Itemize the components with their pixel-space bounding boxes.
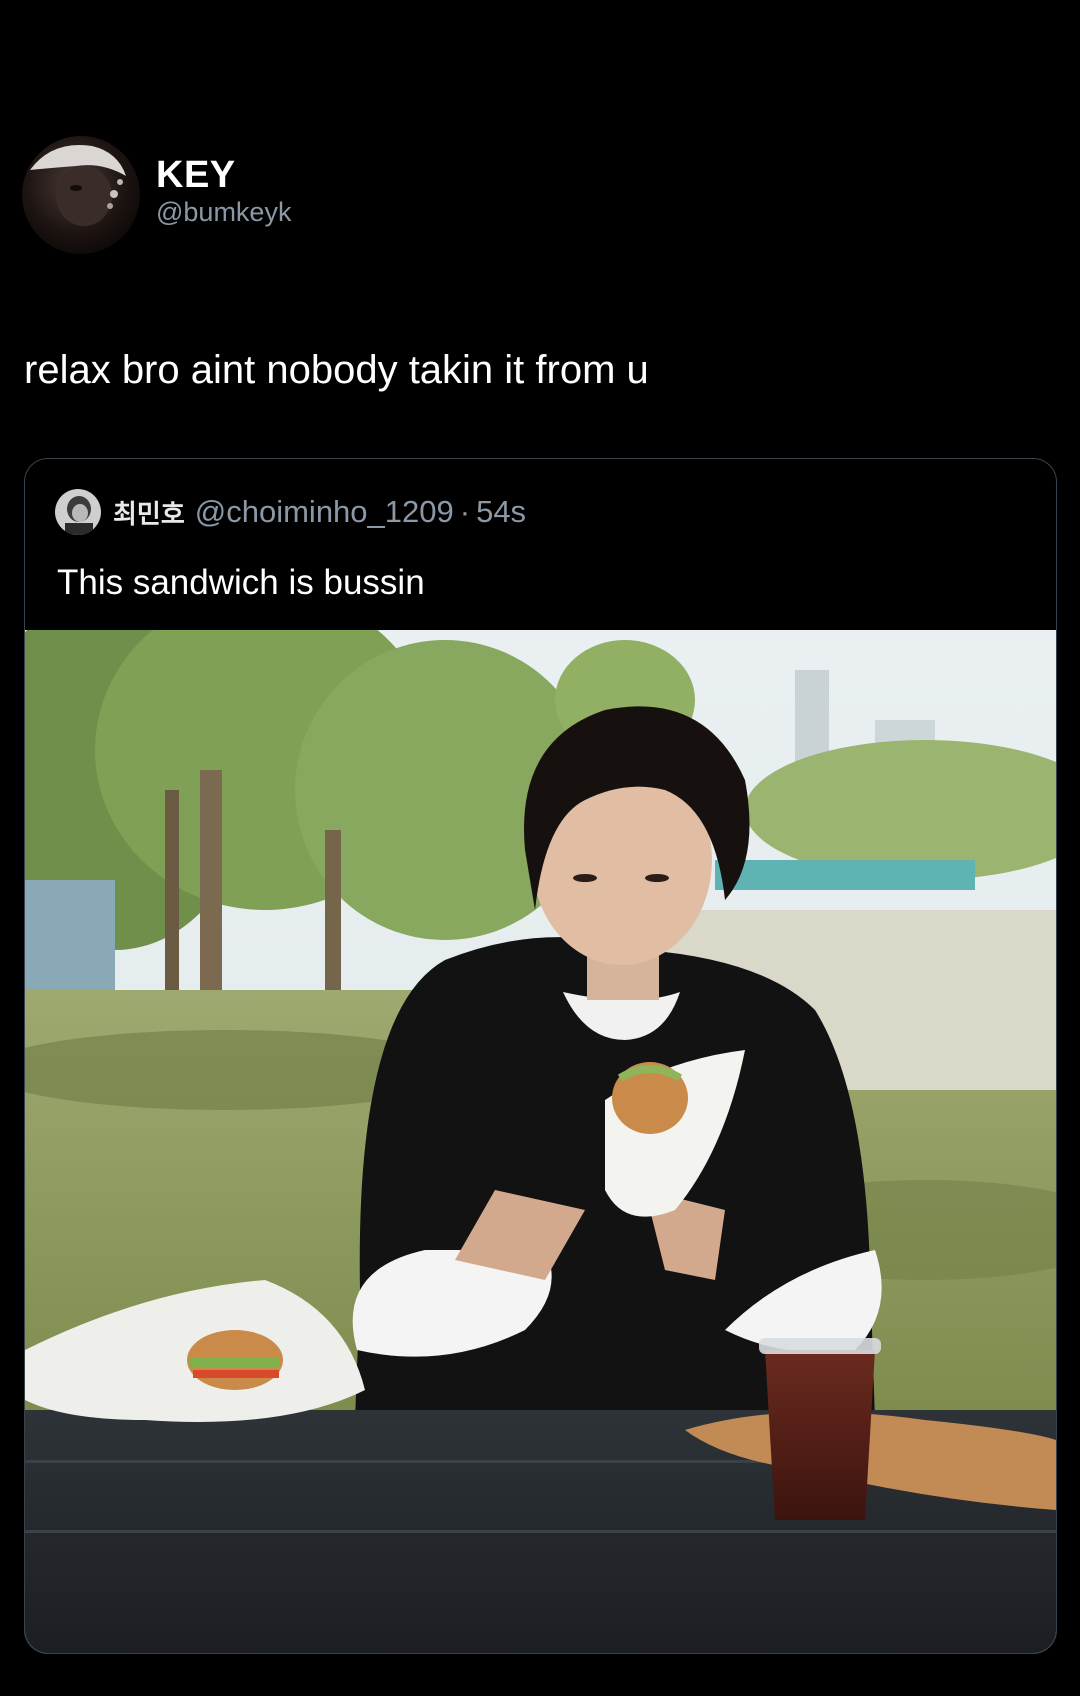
tweet-text: relax bro aint nobody takin it from u: [24, 348, 649, 392]
tweet-header: KEY @bumkeyk: [22, 136, 291, 254]
author-display-name[interactable]: KEY: [156, 154, 291, 196]
quoted-tweet-card[interactable]: 최민호 @choiminho_1209 · 54s This sandwich …: [24, 458, 1057, 1654]
quoted-tweet-text: This sandwich is bussin: [57, 563, 425, 602]
quoted-tweet-timestamp: 54s: [476, 494, 527, 529]
quoted-tweet-media[interactable]: [25, 630, 1056, 1653]
author-avatar[interactable]: [22, 136, 140, 254]
meta-separator: ·: [459, 494, 471, 529]
author-handle[interactable]: @bumkeyk: [156, 196, 291, 228]
quoted-tweet-header: 최민호 @choiminho_1209 · 54s: [55, 489, 526, 535]
quoted-author-display-name: 최민호: [113, 498, 185, 529]
quoted-author-handle: @choiminho_1209: [194, 494, 454, 529]
quoted-author-avatar: [55, 489, 101, 535]
